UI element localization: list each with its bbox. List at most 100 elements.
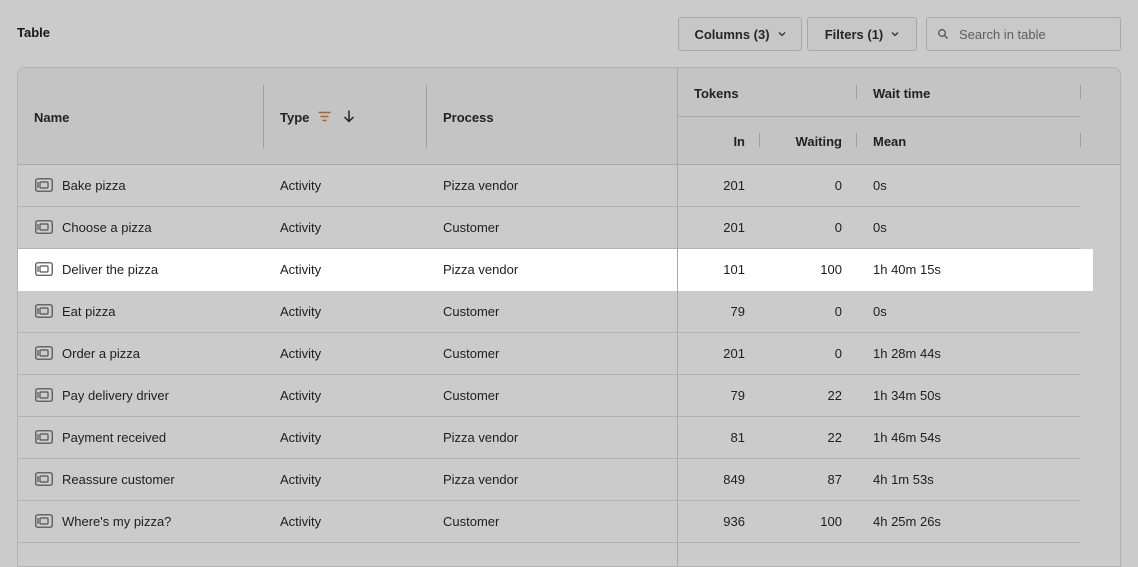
column-resize-handle[interactable] [1080, 85, 1081, 99]
cell-mean: 0s [873, 304, 887, 319]
cell-process: Customer [443, 514, 500, 529]
cell-name: Order a pizza [62, 346, 141, 361]
page-title: Table [17, 25, 50, 40]
cell-name: Payment received [62, 430, 167, 445]
filters-button[interactable]: Filters (1) [807, 17, 917, 51]
chevron-down-icon [778, 32, 786, 37]
activity-task-icon [35, 388, 53, 402]
cell-type: Activity [280, 178, 322, 193]
cell-name: Where's my pizza? [62, 514, 172, 529]
cell-name: Eat pizza [62, 304, 116, 319]
column-header-process[interactable]: Process [443, 110, 494, 125]
cell-waiting: 22 [827, 388, 842, 403]
cell-in: 201 [723, 220, 745, 235]
cell-in: 201 [723, 178, 745, 193]
cell-in: 101 [723, 262, 745, 277]
activity-task-icon [35, 220, 53, 234]
cell-name: Reassure customer [62, 472, 175, 487]
cell-type: Activity [280, 430, 322, 445]
columns-button-label: Columns (3) [694, 26, 770, 42]
cell-in: 936 [723, 514, 745, 529]
filters-button-label: Filters (1) [824, 26, 884, 42]
cell-in: 201 [723, 346, 745, 361]
search-box[interactable] [926, 17, 1121, 51]
cell-type: Activity [280, 304, 322, 319]
cell-type: Activity [280, 388, 322, 403]
cell-name: Deliver the pizza [62, 262, 159, 277]
column-group-wait-time: Wait time [873, 86, 931, 101]
column-resize-handle[interactable] [856, 85, 857, 99]
column-divider [677, 68, 678, 566]
cell-process: Pizza vendor [443, 430, 519, 445]
cell-type: Activity [280, 472, 322, 487]
columns-button[interactable]: Columns (3) [678, 17, 802, 51]
column-resize-handle[interactable] [856, 133, 857, 147]
cell-in: 79 [730, 388, 745, 403]
cell-process: Pizza vendor [443, 178, 519, 193]
table-row[interactable]: Eat pizza Activity Customer 79 0 0s [18, 291, 1081, 333]
cell-mean: 1h 46m 54s [873, 430, 941, 445]
column-header-in[interactable]: In [678, 134, 745, 149]
cell-name: Pay delivery driver [62, 388, 169, 403]
filter-lines-icon[interactable] [318, 111, 331, 122]
cell-mean: 0s [873, 178, 887, 193]
cell-process: Customer [443, 346, 500, 361]
group-divider [678, 116, 1081, 117]
activity-task-icon [35, 472, 53, 486]
cell-type: Activity [280, 514, 322, 529]
column-resize-handle[interactable] [426, 85, 427, 148]
cell-name: Bake pizza [62, 178, 126, 193]
table-row[interactable]: Where's my pizza? Activity Customer 936 100 4… [18, 501, 1081, 543]
table-header: Name Type Process Tokens Wait time In Wa… [18, 68, 1120, 165]
column-header-type[interactable]: Type [280, 110, 309, 125]
cell-waiting: 87 [827, 472, 842, 487]
cell-type: Activity [280, 220, 322, 235]
cell-process: Pizza vendor [443, 472, 519, 487]
type-header-controls [318, 110, 355, 123]
cell-mean: 4h 1m 53s [873, 472, 934, 487]
cell-mean: 1h 40m 15s [873, 262, 941, 277]
cell-waiting: 22 [827, 430, 842, 445]
cell-waiting: 0 [834, 304, 842, 319]
column-header-mean[interactable]: Mean [873, 134, 906, 149]
cell-waiting: 100 [820, 262, 842, 277]
cell-in: 79 [730, 304, 745, 319]
arrow-down-icon[interactable] [343, 110, 355, 123]
cell-in: 849 [723, 472, 745, 487]
cell-mean: 1h 34m 50s [873, 388, 941, 403]
table-row[interactable]: Bake pizza Activity Pizza vendor 201 0 0s [18, 165, 1081, 207]
column-header-waiting[interactable]: Waiting [768, 134, 842, 149]
table-row[interactable]: Pay delivery driver Activity Customer 79 22 1… [18, 375, 1081, 417]
chevron-down-icon [891, 32, 899, 37]
table-row[interactable]: Deliver the pizza Activity Pizza vendor 101… [18, 249, 1093, 291]
cell-process: Customer [443, 388, 500, 403]
table-row[interactable]: Reassure customer Activity Pizza vendor 849… [18, 459, 1081, 501]
cell-process: Customer [443, 220, 500, 235]
search-input[interactable] [957, 25, 1111, 43]
table-row[interactable]: Payment received Activity Pizza vendor 81 22… [18, 417, 1081, 459]
search-icon [938, 29, 948, 39]
column-resize-handle[interactable] [263, 85, 264, 148]
table-row[interactable]: Order a pizza Activity Customer 201 0 1h 28m … [18, 333, 1081, 375]
cell-waiting: 0 [834, 346, 842, 361]
activity-task-icon [35, 304, 53, 318]
column-header-name[interactable]: Name [34, 110, 69, 125]
data-table: Name Type Process Tokens Wait time In Wa… [17, 67, 1121, 567]
cell-waiting: 100 [820, 514, 842, 529]
cell-waiting: 0 [834, 178, 842, 193]
column-group-tokens: Tokens [694, 86, 739, 101]
cell-process: Customer [443, 304, 500, 319]
cell-in: 81 [730, 430, 745, 445]
cell-name: Choose a pizza [62, 220, 152, 235]
cell-type: Activity [280, 262, 322, 277]
column-resize-handle[interactable] [759, 133, 760, 147]
table-row[interactable]: Choose a pizza Activity Customer 201 0 0s [18, 207, 1081, 249]
cell-waiting: 0 [834, 220, 842, 235]
cell-process: Pizza vendor [443, 262, 519, 277]
activity-task-icon [35, 262, 53, 276]
activity-task-icon [35, 430, 53, 444]
cell-mean: 4h 25m 26s [873, 514, 941, 529]
activity-task-icon [35, 346, 53, 360]
activity-task-icon [35, 178, 53, 192]
column-resize-handle[interactable] [1080, 133, 1081, 147]
